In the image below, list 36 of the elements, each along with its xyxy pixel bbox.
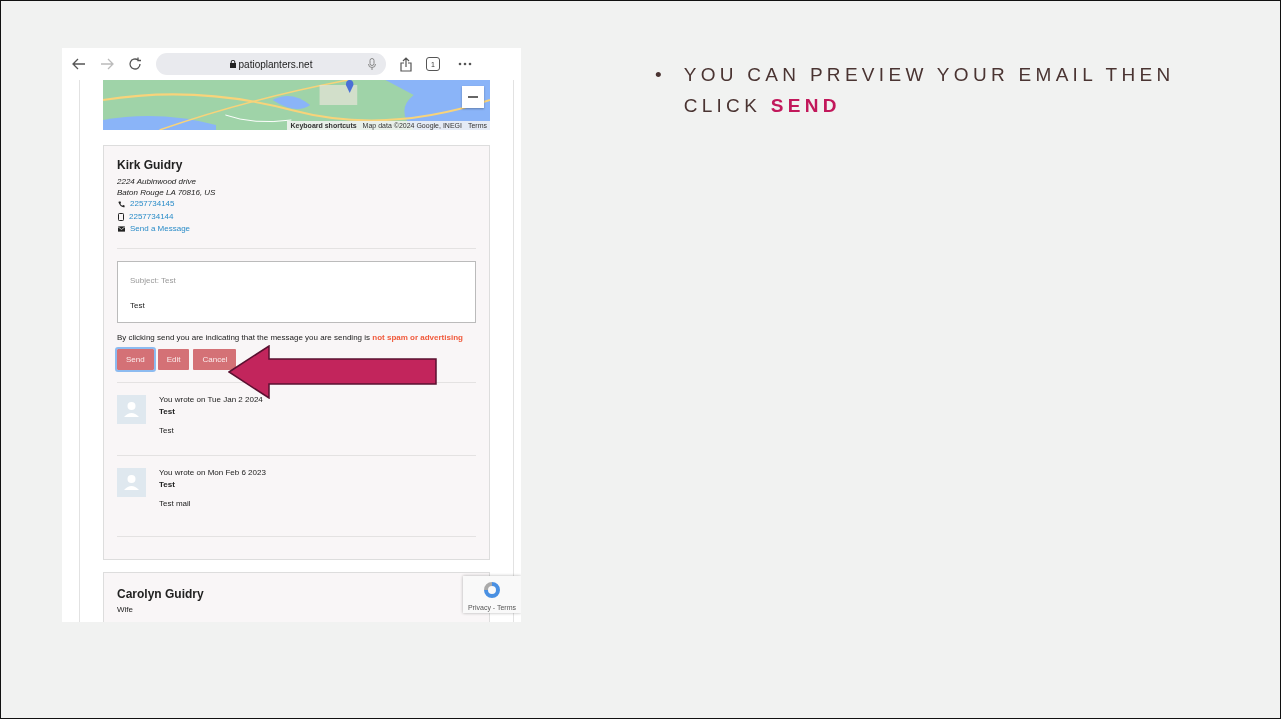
microphone-icon[interactable] <box>368 58 376 70</box>
contact-name: Kirk Guidry <box>117 158 184 173</box>
address-line: Baton Rouge LA 70816, US <box>117 187 217 198</box>
minus-icon <box>468 96 478 98</box>
lock-icon <box>229 60 236 68</box>
message-body: Test <box>130 300 146 311</box>
bullet-text: YOU CAN PREVIEW YOUR EMAIL THEN CLICK SEND <box>683 63 1176 118</box>
message-subject: Test <box>159 406 176 417</box>
envelope-icon <box>118 226 125 233</box>
reload-icon[interactable] <box>128 57 142 71</box>
mobile-icon <box>118 212 124 221</box>
message-body: Test mail <box>159 498 192 509</box>
cancel-button[interactable]: Cancel <box>193 348 237 370</box>
subject-text: Subject: Test <box>130 275 177 286</box>
contact-link[interactable]: 2257734145 <box>130 199 175 210</box>
consent-text: By clicking send you are indicating that the message you are sending is not spam or advertising <box>117 332 464 343</box>
avatar-icon <box>117 467 146 497</box>
edit-button[interactable]: Edit <box>157 348 190 370</box>
more-icon[interactable] <box>458 62 472 66</box>
contact-link[interactable]: Send a Message <box>130 224 191 235</box>
contact-link[interactable]: 2257734144 <box>129 211 174 222</box>
message-body: Test <box>159 425 175 436</box>
bullet-marker: • <box>655 63 662 87</box>
address-line: 2224 Aubinwood drive <box>117 176 197 187</box>
message-date: You wrote on Mon Feb 6 2023 <box>159 467 266 478</box>
zoom-out-button[interactable] <box>462 86 484 108</box>
message-date: You wrote on Tue Jan 2 2024 <box>159 394 263 405</box>
contact-name: Carolyn Guidry <box>117 586 205 602</box>
address-bar[interactable]: patioplanters.net <box>156 53 386 75</box>
send-button[interactable]: Send <box>117 348 154 370</box>
avatar-icon <box>117 394 146 424</box>
message-subject: Test <box>159 479 176 490</box>
back-icon[interactable] <box>72 58 86 70</box>
url-text: patioplanters.net <box>238 58 313 70</box>
phone-icon <box>118 200 125 208</box>
share-icon[interactable] <box>400 56 412 72</box>
